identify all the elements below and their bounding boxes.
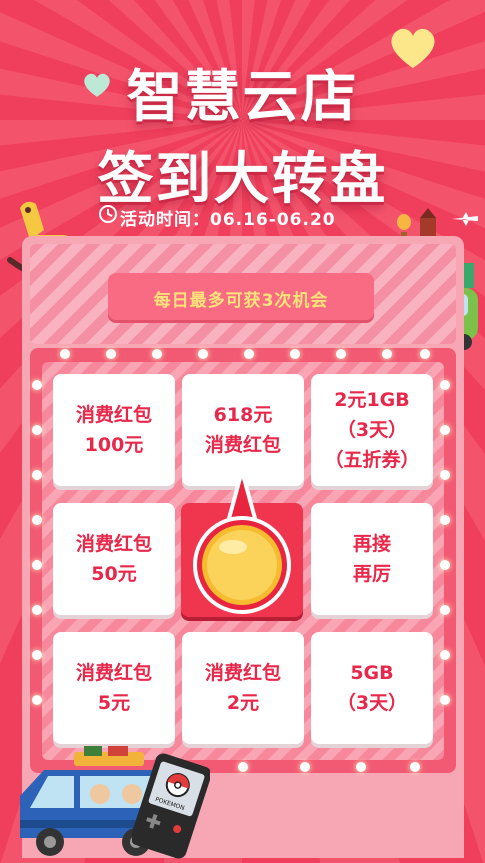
spin-start-button[interactable] bbox=[181, 469, 303, 617]
prize-label: 2元1GB （3天） （五折券） bbox=[324, 389, 420, 471]
prize-label: 再接 再厉 bbox=[352, 533, 391, 585]
light-dot bbox=[440, 605, 450, 615]
light-dot bbox=[152, 349, 162, 359]
prize-cell: 2元1GB （3天） （五折券） bbox=[311, 374, 433, 486]
prize-cell: 消费红包 2元 bbox=[182, 632, 304, 744]
chance-banner: 每日最多可获3次机会 bbox=[108, 273, 374, 323]
light-dot bbox=[32, 380, 42, 390]
light-dot bbox=[60, 349, 70, 359]
prize-label: 消费红包 2元 bbox=[204, 662, 281, 714]
airplane-icon bbox=[452, 212, 478, 226]
light-dot bbox=[198, 349, 208, 359]
prize-cell: 消费红包 5元 bbox=[53, 632, 175, 744]
activity-time: 活动时间：06.16-06.20 bbox=[120, 210, 336, 230]
light-dot bbox=[420, 349, 430, 359]
light-dot bbox=[32, 650, 42, 660]
prize-cell: 再接 再厉 bbox=[311, 503, 433, 615]
light-dot bbox=[32, 695, 42, 705]
light-dot bbox=[238, 762, 248, 772]
balloon-icon bbox=[397, 214, 411, 237]
light-dot bbox=[290, 349, 300, 359]
light-dot bbox=[440, 515, 450, 525]
light-dot bbox=[440, 470, 450, 480]
prize-label: 消费红包 5元 bbox=[75, 662, 152, 714]
prize-label: 消费红包 50元 bbox=[75, 533, 152, 585]
prize-label: 消费红包 100元 bbox=[75, 404, 152, 456]
prize-cell: 消费红包 100元 bbox=[53, 374, 175, 486]
light-dot bbox=[32, 425, 42, 435]
light-dot bbox=[440, 695, 450, 705]
light-dot bbox=[336, 349, 346, 359]
light-dot bbox=[32, 560, 42, 570]
light-dot bbox=[106, 349, 116, 359]
light-dot bbox=[32, 515, 42, 525]
game-console-icon: POKEMON bbox=[132, 753, 210, 859]
prize-cell: 消费红包 50元 bbox=[53, 503, 175, 615]
light-dot bbox=[32, 605, 42, 615]
light-dot bbox=[244, 349, 254, 359]
prize-cell: 5GB （3天） bbox=[311, 632, 433, 744]
page-title-line1: 智慧云店 bbox=[126, 65, 359, 130]
light-dot bbox=[440, 380, 450, 390]
prize-label: 5GB （3天） bbox=[336, 662, 408, 714]
clock-icon bbox=[99, 205, 117, 223]
light-dot bbox=[300, 762, 310, 772]
light-dot bbox=[440, 650, 450, 660]
spinner-pointer-icon bbox=[193, 469, 291, 614]
light-dot bbox=[440, 425, 450, 435]
light-dot bbox=[410, 762, 420, 772]
prize-label: 618元 消费红包 bbox=[204, 404, 281, 456]
light-dot bbox=[440, 560, 450, 570]
light-dot bbox=[382, 349, 392, 359]
light-dot bbox=[32, 470, 42, 480]
light-dot bbox=[356, 762, 366, 772]
